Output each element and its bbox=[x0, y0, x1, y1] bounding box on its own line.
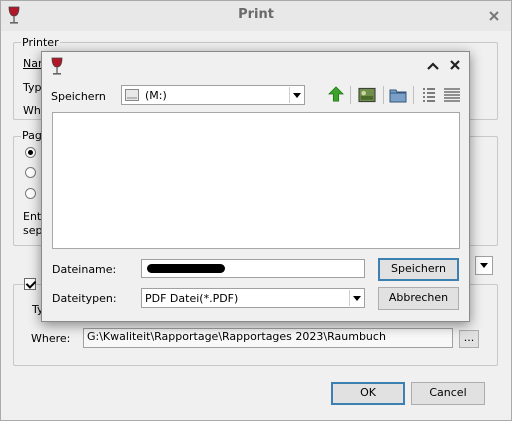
print-to-file-checkbox[interactable] bbox=[24, 278, 36, 290]
output-where-label: Where: bbox=[31, 332, 71, 345]
toolbar-separator bbox=[413, 86, 414, 104]
filename-label: Dateiname: bbox=[52, 263, 117, 276]
new-folder-icon[interactable] bbox=[389, 87, 407, 103]
filetype-value: PDF Datei(*.PDF) bbox=[145, 292, 239, 305]
page-range-legend: Pag bbox=[21, 129, 43, 142]
output-path-field[interactable]: G:\Kwaliteit\Rapportage\Rapportages 2023… bbox=[83, 328, 453, 348]
page-range-radio-all[interactable] bbox=[25, 147, 36, 158]
filetype-dropdown[interactable]: PDF Datei(*.PDF) bbox=[141, 288, 365, 308]
save-dialog: Speichern (M:) Dateiname: Dateitypen: PD… bbox=[41, 51, 470, 322]
file-list-area[interactable] bbox=[52, 112, 460, 249]
drive-icon bbox=[125, 89, 139, 101]
up-folder-icon[interactable] bbox=[327, 86, 345, 102]
desktop-icon[interactable] bbox=[358, 87, 376, 103]
chevron-down-icon[interactable] bbox=[349, 290, 363, 306]
printer-type-label: Typ bbox=[23, 81, 42, 94]
toolbar-separator bbox=[383, 86, 384, 104]
print-titlebar: Print bbox=[1, 1, 511, 31]
details-view-icon[interactable] bbox=[443, 87, 461, 103]
save-in-label: Speichern bbox=[51, 90, 106, 103]
page-range-hint-line2: sep bbox=[23, 224, 43, 237]
ok-button[interactable]: OK bbox=[331, 382, 405, 405]
redacted-filename bbox=[147, 264, 225, 273]
filename-input[interactable] bbox=[141, 259, 365, 278]
location-dropdown[interactable]: (M:) bbox=[121, 85, 305, 105]
print-title: Print bbox=[238, 7, 274, 22]
chevron-down-icon[interactable] bbox=[289, 87, 303, 103]
cancel-button[interactable]: Cancel bbox=[411, 382, 485, 405]
save-button[interactable]: Speichern bbox=[378, 258, 459, 281]
wine-glass-icon bbox=[51, 57, 63, 75]
save-titlebar bbox=[42, 52, 469, 80]
close-icon[interactable] bbox=[489, 11, 499, 21]
list-view-icon[interactable] bbox=[420, 87, 438, 103]
toolbar-separator bbox=[350, 86, 351, 104]
browse-button[interactable]: ... bbox=[459, 330, 479, 348]
page-range-radio-pages[interactable] bbox=[25, 188, 36, 199]
chevron-up-icon[interactable] bbox=[427, 62, 439, 70]
abbrechen-button[interactable]: Abbrechen bbox=[378, 287, 459, 310]
page-range-hint-line1: Ent bbox=[23, 210, 42, 223]
filetype-label: Dateitypen: bbox=[52, 292, 117, 305]
close-icon[interactable] bbox=[450, 60, 460, 70]
page-range-radio-current[interactable] bbox=[25, 167, 36, 178]
location-value: (M:) bbox=[145, 89, 167, 102]
chevron-down-icon[interactable] bbox=[477, 257, 491, 273]
printer-group-legend: Printer bbox=[21, 36, 60, 49]
